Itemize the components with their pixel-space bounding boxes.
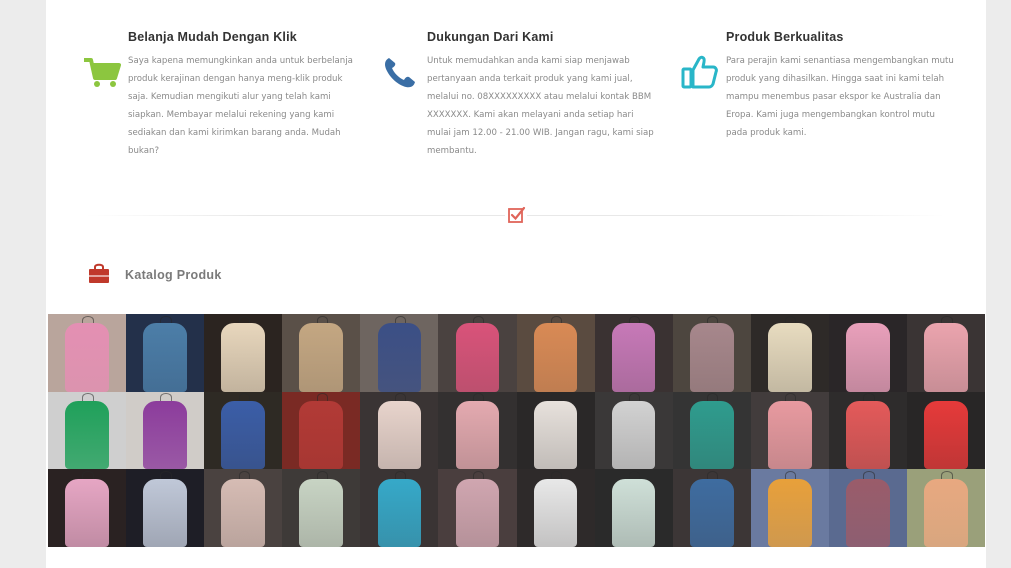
garment-image (533, 400, 578, 470)
product-thumbnail[interactable] (360, 469, 439, 547)
product-thumbnail[interactable] (126, 391, 205, 470)
feature-text: Untuk memudahkan anda kami siap menjawab… (427, 56, 654, 156)
feature-text: Para perajin kami senantiasa mengembangk… (726, 56, 954, 138)
product-thumbnail[interactable] (516, 314, 595, 392)
garment-image (299, 478, 344, 547)
product-thumbnail[interactable] (906, 469, 985, 547)
feature-quality: Produk Berkualitas Para perajin kami sen… (681, 30, 956, 142)
content-panel: Belanja Mudah Dengan Klik Saya kapena me… (46, 0, 986, 568)
product-thumbnail[interactable] (282, 391, 361, 470)
thumbs-up-icon (681, 55, 718, 89)
garment-image (689, 400, 734, 470)
garment-image (377, 323, 422, 392)
garment-image (767, 400, 812, 470)
garment-image (611, 400, 656, 470)
garment-image (924, 323, 968, 392)
garment-image (533, 478, 578, 547)
feature-title: Dukungan Dari Kami (427, 30, 554, 44)
garment-image (299, 400, 344, 470)
garment-image (143, 400, 187, 470)
garment-image (924, 400, 968, 470)
product-thumbnail[interactable] (204, 314, 283, 392)
check-square-icon (505, 205, 527, 225)
product-thumbnail[interactable] (360, 391, 439, 470)
garment-image (455, 478, 500, 547)
product-thumbnail[interactable] (672, 314, 751, 392)
garment-image (767, 478, 812, 547)
garment-image (689, 478, 734, 547)
garment-image (767, 323, 812, 392)
garment-image (143, 478, 187, 547)
garment-image (65, 400, 109, 470)
feature-title: Belanja Mudah Dengan Klik (128, 30, 297, 44)
product-thumbnail[interactable] (438, 314, 517, 392)
garment-image (65, 478, 109, 547)
garment-image (221, 478, 266, 547)
product-thumbnail[interactable] (828, 391, 907, 470)
garment-image (299, 323, 344, 392)
garment-image (846, 400, 890, 470)
feature-text: Saya kapena memungkinkan anda untuk berb… (128, 56, 353, 156)
product-thumbnail[interactable] (204, 391, 283, 470)
garment-image (221, 323, 266, 392)
garment-image (377, 400, 422, 470)
catalog-title: Katalog Produk (125, 268, 222, 282)
phone-icon (385, 58, 415, 88)
product-thumbnail[interactable] (594, 391, 673, 470)
product-thumbnail[interactable] (516, 391, 595, 470)
garment-image (689, 323, 734, 392)
product-thumbnail[interactable] (438, 469, 517, 547)
product-thumbnail[interactable] (282, 469, 361, 547)
garment-image (221, 400, 266, 470)
feature-title: Produk Berkualitas (726, 30, 844, 44)
garment-image (65, 323, 109, 392)
garment-image (455, 400, 500, 470)
product-thumbnail[interactable] (48, 469, 127, 547)
garment-image (377, 478, 422, 547)
product-thumbnail[interactable] (750, 469, 829, 547)
product-thumbnail[interactable] (828, 469, 907, 547)
garment-image (143, 323, 187, 392)
product-thumbnail[interactable] (594, 314, 673, 392)
product-thumbnail[interactable] (48, 314, 127, 392)
product-thumbnail[interactable] (672, 391, 751, 470)
feature-support: Dukungan Dari Kami Untuk memudahkan anda… (385, 30, 657, 160)
product-thumbnail[interactable] (48, 391, 127, 470)
product-thumbnail[interactable] (828, 314, 907, 392)
garment-image (846, 323, 890, 392)
product-thumbnail[interactable] (906, 314, 985, 392)
product-thumbnail[interactable] (906, 391, 985, 470)
product-thumbnail[interactable] (126, 469, 205, 547)
garment-image (846, 478, 890, 547)
product-thumbnail[interactable] (516, 469, 595, 547)
shopping-bag-icon (89, 263, 109, 283)
product-thumbnail[interactable] (360, 314, 439, 392)
product-thumbnail[interactable] (204, 469, 283, 547)
product-thumbnail[interactable] (750, 314, 829, 392)
product-thumbnail[interactable] (750, 391, 829, 470)
garment-image (533, 323, 578, 392)
garment-image (924, 478, 968, 547)
product-thumbnail[interactable] (126, 314, 205, 392)
garment-image (455, 323, 500, 392)
garment-image (611, 478, 656, 547)
product-thumbnail[interactable] (438, 391, 517, 470)
product-gallery (48, 314, 985, 547)
product-thumbnail[interactable] (282, 314, 361, 392)
garment-image (611, 323, 656, 392)
feature-easy-shopping: Belanja Mudah Dengan Klik Saya kapena me… (84, 30, 358, 160)
product-thumbnail[interactable] (672, 469, 751, 547)
product-thumbnail[interactable] (594, 469, 673, 547)
shopping-cart-icon (84, 58, 121, 87)
